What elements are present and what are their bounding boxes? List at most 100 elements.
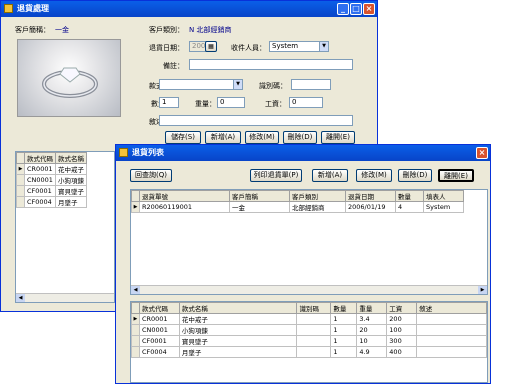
table-row[interactable]: CN0001 小狗項鍊 1 20 100 [131, 324, 487, 336]
table-row[interactable]: CF0001 寶貝墜子 1 10 300 [131, 335, 487, 347]
desc-field[interactable] [159, 115, 353, 126]
cell[interactable]: 4.9 [356, 346, 388, 358]
column-header-weight[interactable]: 重量 [356, 302, 388, 314]
cell[interactable]: 一金 [229, 201, 290, 213]
cell[interactable]: 20 [356, 324, 388, 336]
cell[interactable]: 1 [330, 346, 358, 358]
cell[interactable]: 北部經銷商 [289, 201, 346, 213]
weight-field[interactable]: 0 [217, 97, 245, 108]
scroll-left-icon[interactable]: ◀ [16, 294, 25, 302]
return-list-grid[interactable]: 退貨單號 客戶簡稱 客戶類別 退貨日期 數量 填表人 ▶ R2006011900… [130, 189, 488, 295]
minimize-icon[interactable]: _ [337, 3, 349, 15]
cell[interactable]: 月墜子 [178, 346, 298, 358]
cell[interactable]: CF0004 [24, 196, 56, 208]
column-header-qty[interactable]: 數量 [395, 190, 424, 202]
maximize-icon[interactable]: □ [350, 3, 362, 15]
horizontal-scrollbar[interactable]: ◀ [16, 293, 114, 302]
cell[interactable]: CR0001 [24, 163, 56, 175]
add-button[interactable]: 新增(A) [312, 169, 348, 182]
column-header-desc[interactable]: 敘述 [416, 302, 487, 314]
column-header-style-name[interactable]: 款式名稱 [55, 152, 87, 164]
id-code-field[interactable] [291, 79, 331, 90]
leave-button[interactable]: 離開(E) [438, 169, 474, 182]
return-detail-grid[interactable]: 款式代碼 款式名稱 識別碼 數量 重量 工資 敘述 ▶ CR0001 花中戒子 1 3… [130, 301, 488, 383]
column-header-qty[interactable]: 數量 [330, 302, 358, 314]
table-row[interactable]: CN0001 小狗項鍊 [16, 174, 87, 186]
cell[interactable]: 4 [395, 201, 424, 213]
table-row[interactable]: CF0004 月墜子 1 4.9 400 [131, 346, 487, 358]
style-no-select[interactable]: ▼ [159, 79, 243, 90]
cell[interactable]: System [423, 201, 464, 213]
column-header-labor[interactable]: 工資 [386, 302, 418, 314]
table-row[interactable]: ▶ CR0001 花中戒子 1 3.4 200 [131, 313, 487, 325]
table-row[interactable]: CF0004 月墜子 [16, 196, 87, 208]
cell[interactable]: 3.4 [356, 313, 388, 325]
qty-field[interactable]: 1 [159, 97, 179, 108]
add-button[interactable]: 新增(A) [205, 131, 241, 144]
chevron-down-icon[interactable]: ▼ [319, 42, 328, 51]
calendar-icon[interactable]: ▦ [205, 41, 217, 52]
column-header-customer-type[interactable]: 客戶類別 [289, 190, 346, 202]
chevron-down-icon[interactable]: ▼ [233, 80, 242, 89]
table-row[interactable]: ▶ CR0001 花中戒子 [16, 163, 87, 175]
close-icon[interactable]: × [476, 147, 488, 159]
table-row[interactable]: ▶ R20060119001 一金 北部經銷商 2006/01/19 4 Sys… [131, 201, 464, 213]
cell[interactable]: CF0001 [24, 185, 56, 197]
cell[interactable]: CR0001 [138, 313, 180, 325]
cell[interactable] [296, 335, 332, 347]
cell[interactable]: CN0001 [138, 324, 180, 336]
back-to-query-button[interactable]: 回查詢(Q) [130, 169, 172, 182]
column-header-style-code[interactable]: 款式代碼 [24, 152, 56, 164]
edit-button[interactable]: 修改(M) [356, 169, 392, 182]
cell[interactable]: 1 [330, 313, 358, 325]
column-header-return-date[interactable]: 退貨日期 [345, 190, 396, 202]
column-header-style-code[interactable]: 款式代碼 [138, 302, 180, 314]
cell[interactable]: CF0004 [138, 346, 180, 358]
cell[interactable]: 100 [386, 324, 418, 336]
column-header-id-code[interactable]: 識別碼 [296, 302, 332, 314]
save-button[interactable]: 儲存(S) [165, 131, 201, 144]
cell[interactable] [296, 324, 332, 336]
cell[interactable]: CF0001 [138, 335, 180, 347]
delete-button[interactable]: 刪除(D) [398, 169, 432, 182]
return-processing-titlebar[interactable]: 退貨處理 _ □ × [1, 1, 377, 17]
cell[interactable]: 花中戒子 [55, 163, 87, 175]
remark-field[interactable] [189, 59, 353, 70]
cell[interactable]: 10 [356, 335, 388, 347]
receiver-select[interactable]: System ▼ [269, 41, 329, 52]
scroll-right-icon[interactable]: ▶ [478, 286, 487, 294]
cell[interactable] [416, 335, 487, 347]
cell[interactable]: 1 [330, 324, 358, 336]
cell[interactable]: CN0001 [24, 174, 56, 186]
cell[interactable]: 2006/01/19 [345, 201, 396, 213]
cell[interactable] [416, 346, 487, 358]
column-header-return-no[interactable]: 退貨單號 [139, 190, 230, 202]
close-icon[interactable]: × [363, 3, 375, 15]
cell[interactable]: 小狗項鍊 [178, 324, 298, 336]
print-return-slip-button[interactable]: 列印退貨單(P) [250, 169, 302, 182]
labor-field[interactable]: 0 [289, 97, 323, 108]
cell[interactable]: 400 [386, 346, 418, 358]
leave-button[interactable]: 離開(E) [321, 131, 355, 144]
cell[interactable] [416, 324, 487, 336]
cell[interactable]: 300 [386, 335, 418, 347]
horizontal-scrollbar[interactable]: ◀ ▶ [131, 285, 487, 294]
cell[interactable]: 月墜子 [55, 196, 87, 208]
delete-button[interactable]: 刪除(D) [283, 131, 317, 144]
cell[interactable]: R20060119001 [139, 201, 230, 213]
cell[interactable] [296, 346, 332, 358]
cell[interactable]: 花中戒子 [178, 313, 298, 325]
edit-button[interactable]: 修改(M) [245, 131, 279, 144]
cell[interactable] [296, 313, 332, 325]
cell[interactable]: 小狗項鍊 [55, 174, 87, 186]
table-row[interactable]: CF0001 寶貝墜子 [16, 185, 87, 197]
column-header-customer-name[interactable]: 客戶簡稱 [229, 190, 290, 202]
cell[interactable]: 1 [330, 335, 358, 347]
cell[interactable] [416, 313, 487, 325]
return-list-titlebar[interactable]: 退貨列表 × [116, 145, 490, 161]
scroll-left-icon[interactable]: ◀ [131, 286, 140, 294]
cell[interactable]: 寶貝墜子 [55, 185, 87, 197]
return-items-grid[interactable]: 款式代碼 款式名稱 ▶ CR0001 花中戒子 CN0001 小狗項鍊 CF0001 寶… [15, 151, 115, 303]
cell[interactable]: 寶貝墜子 [178, 335, 298, 347]
column-header-style-name[interactable]: 款式名稱 [178, 302, 298, 314]
